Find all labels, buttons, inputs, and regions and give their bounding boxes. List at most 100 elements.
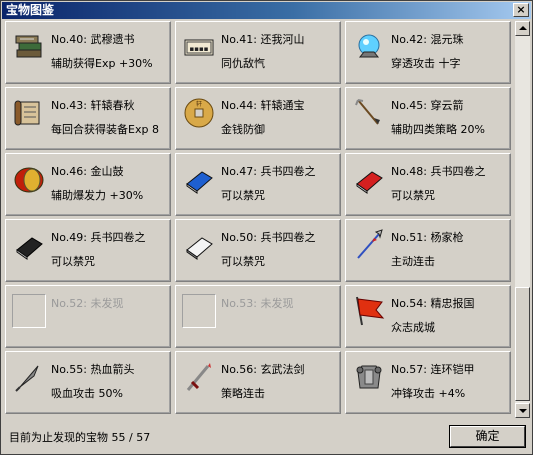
item-card-54[interactable]: No.54: 精忠报国 众志成城 (345, 285, 511, 348)
scroll-thumb[interactable] (515, 287, 530, 401)
item-name: No.41: 还我河山 (221, 31, 304, 47)
svg-text:▪▪▪▪: ▪▪▪▪ (190, 45, 209, 53)
item-title: 玄武法剑 (256, 363, 305, 376)
item-name: No.56: 玄武法剑 (221, 361, 304, 377)
armor-icon (352, 360, 386, 394)
banner-icon (352, 294, 386, 328)
item-number: No.57: (391, 363, 427, 376)
item-title: 金山鼓 (86, 165, 124, 178)
close-button[interactable]: × (513, 3, 529, 17)
item-name: No.50: 兵书四卷之 (221, 229, 315, 245)
item-card-40[interactable]: No.40: 武穆遗书辅助获得Exp +30% (5, 21, 171, 84)
item-title: 未发现 (86, 297, 124, 310)
item-name: No.47: 兵书四卷之 (221, 163, 315, 179)
red-book-icon (352, 162, 386, 196)
treasure-catalog-window: 宝物图鉴 × No.40: 武穆遗书辅助获得Exp +30% ▪▪▪▪ No.41:… (0, 0, 533, 455)
item-title: 兵书四卷之 (256, 231, 316, 244)
item-title: 连环铠甲 (426, 363, 475, 376)
item-name: No.45: 穿云箭 (391, 97, 463, 113)
item-card-46[interactable]: No.46: 金山鼓辅助爆发力 +30% (5, 153, 171, 216)
plaque-icon: ▪▪▪▪ (182, 30, 216, 64)
empty-slot-icon (182, 294, 216, 328)
coin-icon: 轩 (182, 96, 216, 130)
black-book-icon (12, 228, 46, 262)
ok-button[interactable]: 确定 (450, 426, 525, 447)
item-name: No.57: 连环铠甲 (391, 361, 474, 377)
item-effect: 冲锋攻击 +4% (391, 387, 466, 400)
item-name: No.49: 兵书四卷之 (51, 229, 145, 245)
item-effect: 主动连击 (391, 255, 435, 268)
svg-text:轩: 轩 (196, 100, 202, 108)
item-card-52[interactable]: No.52: 未发现 (5, 285, 171, 348)
item-card-51[interactable]: No.51: 杨家枪主动连击 (345, 219, 511, 282)
spear-icon (352, 228, 386, 262)
item-title: 精忠报国 (426, 297, 475, 310)
item-effect: 可以禁咒 (221, 255, 265, 268)
empty-slot-icon (12, 294, 46, 328)
item-card-50[interactable]: No.50: 兵书四卷之 可以禁咒 (175, 219, 341, 282)
item-name: No.46: 金山鼓 (51, 163, 123, 179)
item-title: 兵书四卷之 (86, 231, 146, 244)
item-number: No.42: (391, 33, 427, 46)
item-number: No.51: (391, 231, 427, 244)
scroll-up-button[interactable] (515, 21, 530, 36)
item-number: No.45: (391, 99, 427, 112)
item-number: No.54: (391, 297, 427, 310)
item-number: No.41: (221, 33, 257, 46)
item-title: 穿云箭 (426, 99, 464, 112)
item-name: No.40: 武穆遗书 (51, 31, 134, 47)
item-number: No.52: (51, 297, 87, 310)
item-title: 混元珠 (426, 33, 464, 46)
item-card-41[interactable]: ▪▪▪▪ No.41: 还我河山 同仇敌忾 (175, 21, 341, 84)
white-book-icon (182, 228, 216, 262)
item-title: 热血箭头 (86, 363, 135, 376)
item-effect: 每回合获得装备Exp 8 (51, 123, 159, 136)
item-title: 兵书四卷之 (426, 165, 486, 178)
up-arrow-icon (519, 26, 527, 30)
item-number: No.46: (51, 165, 87, 178)
item-name: No.54: 精忠报国 (391, 295, 474, 311)
sword-icon (182, 360, 216, 394)
item-effect: 辅助四类策略 20% (391, 123, 485, 136)
item-number: No.56: (221, 363, 257, 376)
item-title: 杨家枪 (426, 231, 464, 244)
item-effect: 辅助获得Exp +30% (51, 57, 153, 70)
item-grid: No.40: 武穆遗书 辅助获得Exp +30% ▪▪▪▪ No.41: 还我河山 同仇… (5, 21, 515, 418)
item-card-56[interactable]: No.56: 玄武法剑 策略连击 (175, 351, 341, 414)
item-card-57[interactable]: No.57: 连环铠甲 冲锋攻击 +4% (345, 351, 511, 414)
item-effect: 辅助爆发力 +30% (51, 189, 144, 202)
item-card-44[interactable]: 轩 No.44: 轩辕通宝 金钱防御 (175, 87, 341, 150)
item-card-53[interactable]: No.53: 未发现 (175, 285, 341, 348)
item-card-47[interactable]: No.47: 兵书四卷之 可以禁咒 (175, 153, 341, 216)
item-effect: 策略连击 (221, 387, 265, 400)
item-title: 兵书四卷之 (256, 165, 316, 178)
title-bar[interactable]: 宝物图鉴 × (2, 2, 531, 19)
item-card-48[interactable]: No.48: 兵书四卷之 可以禁咒 (345, 153, 511, 216)
item-name: No.48: 兵书四卷之 (391, 163, 485, 179)
arrowhead-icon (12, 360, 46, 394)
book-stack-icon (12, 30, 46, 64)
item-effect: 同仇敌忾 (221, 57, 265, 70)
arrow-icon (352, 96, 386, 130)
item-number: No.55: (51, 363, 87, 376)
item-card-42[interactable]: No.42: 混元珠 穿透攻击 十字 (345, 21, 511, 84)
item-name: No.43: 轩辕春秋 (51, 97, 134, 113)
window-title: 宝物图鉴 (6, 3, 55, 17)
item-number: No.50: (221, 231, 257, 244)
item-card-43[interactable]: No.43: 轩辕春秋每回合获得装备Exp 8 (5, 87, 171, 150)
item-card-49[interactable]: No.49: 兵书四卷之 可以禁咒 (5, 219, 171, 282)
item-card-45[interactable]: No.45: 穿云箭辅助四类策略 20% (345, 87, 511, 150)
item-name: No.55: 热血箭头 (51, 361, 134, 377)
item-title: 还我河山 (256, 33, 305, 46)
scroll-down-button[interactable] (515, 403, 530, 418)
scroll-icon (12, 96, 46, 130)
item-effect: 可以禁咒 (391, 189, 435, 202)
drum-icon (12, 162, 46, 196)
item-title: 轩辕通宝 (256, 99, 305, 112)
item-name: No.53: 未发现 (221, 295, 293, 311)
item-card-55[interactable]: No.55: 热血箭头 吸血攻击 50% (5, 351, 171, 414)
down-arrow-icon (519, 409, 527, 413)
vertical-scrollbar[interactable] (515, 21, 530, 418)
item-title: 轩辕春秋 (86, 99, 135, 112)
item-title: 武穆遗书 (86, 33, 135, 46)
